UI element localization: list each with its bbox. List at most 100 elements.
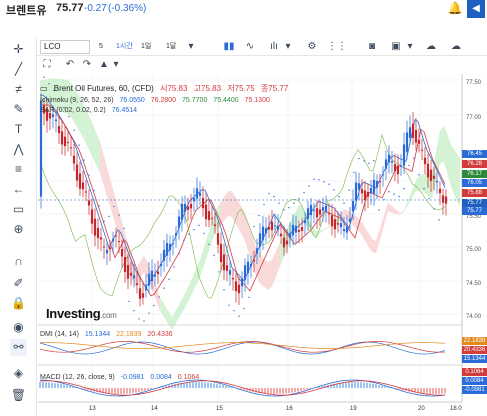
sar-dot	[388, 191, 390, 193]
dmi-legend: DMI (14, 14) 15.1344 22.1839 20.4336	[40, 330, 177, 339]
collapse-icon[interactable]: ▭	[40, 84, 48, 93]
price-chart[interactable]	[0, 0, 487, 416]
candle-body	[186, 206, 190, 210]
macd-histogram-bar	[366, 382, 368, 388]
price-axis: 77.50 77.00 75.50 75.00 74.50 74.00 76.4…	[462, 0, 487, 416]
macd-histogram-bar	[435, 388, 437, 394]
candle-body	[303, 220, 307, 224]
candle-body	[249, 264, 253, 267]
cloud-segment	[264, 258, 268, 290]
sar-dot	[273, 195, 275, 198]
candle-body	[396, 165, 400, 175]
macd-histogram-bar	[186, 382, 188, 388]
sar-dot	[263, 203, 265, 206]
candle-body	[405, 132, 409, 152]
macd-histogram-bar	[252, 388, 254, 392]
candle-body	[171, 243, 175, 245]
cloud-segment	[440, 125, 444, 164]
candle-body	[288, 233, 292, 238]
sar-dot	[193, 229, 195, 231]
sar-dot	[153, 304, 155, 307]
cloud-segment	[180, 295, 184, 317]
sar-dot	[168, 278, 170, 280]
cloud-segment	[372, 238, 376, 254]
x-axis-label: 13	[89, 406, 96, 412]
sar-dot	[128, 300, 130, 303]
sar-dot	[148, 312, 150, 314]
macd-histogram-bar	[66, 385, 68, 388]
sar-dot	[178, 252, 180, 255]
candle-body	[306, 208, 310, 220]
candle-body	[342, 229, 346, 232]
macd-histogram-bar	[279, 388, 281, 394]
sar-dot	[248, 296, 250, 299]
candle-body	[99, 237, 103, 240]
sar-dot	[233, 309, 235, 312]
cloud-segment	[204, 234, 208, 266]
cloud-segment	[260, 255, 264, 287]
sar-dot	[288, 206, 290, 209]
candle-body	[402, 144, 406, 166]
sar-dot	[378, 209, 380, 211]
cloud-segment	[376, 228, 380, 254]
cloud-segment	[184, 287, 188, 310]
candle-body	[417, 139, 421, 144]
macd-histogram-bar	[330, 384, 332, 388]
macd-histogram-bar	[45, 382, 47, 388]
sar-dot	[403, 187, 405, 190]
sar-dot	[98, 205, 100, 207]
x-axis-label: 14	[151, 406, 158, 412]
x-axis-label: 19	[350, 406, 357, 412]
candle-body	[207, 211, 211, 221]
macd-histogram-bar	[117, 388, 119, 394]
cloud-segment	[228, 191, 232, 218]
candle-body	[225, 265, 229, 271]
macd-histogram-bar	[189, 382, 191, 388]
x-axis-label: 16	[286, 406, 293, 412]
cloud-segment	[168, 310, 172, 330]
investing-logo: Investing.com	[46, 306, 117, 321]
macd-histogram-bar	[216, 383, 218, 388]
sar-dot	[418, 174, 420, 176]
macd-histogram-bar	[114, 388, 116, 394]
ohlc-close: 종75.77	[260, 84, 289, 93]
dmi-tag: 22.1839	[462, 337, 487, 345]
candle-body	[360, 189, 364, 194]
macd-value: 0.1064	[177, 374, 200, 381]
candle-body	[414, 129, 418, 143]
dmi-pane	[39, 341, 446, 355]
macd-histogram-bar	[222, 385, 224, 388]
sar-dot	[393, 193, 395, 195]
macd-histogram-bar	[381, 385, 383, 388]
candle-body	[87, 200, 91, 206]
cloud-segment	[408, 190, 412, 205]
candle-body	[141, 293, 145, 298]
macd-histogram-bar	[351, 382, 353, 388]
ichimoku-value: 75.1300	[244, 97, 270, 104]
sar-dot	[433, 208, 435, 210]
candle-body	[330, 215, 334, 227]
macd-tag: 0.0084	[462, 377, 487, 385]
sar-value: 76.4514	[111, 107, 138, 114]
sar-dot	[113, 205, 115, 208]
macd-histogram-bar	[39, 382, 41, 388]
candle-body	[267, 226, 271, 230]
sar-dot	[303, 191, 305, 194]
candle-body	[150, 270, 154, 282]
candle-body	[264, 228, 268, 234]
macd-value: 0.0084	[150, 374, 172, 381]
candle-body	[114, 235, 118, 237]
candle-body	[309, 204, 313, 216]
candle-body	[369, 188, 373, 194]
candle-body	[111, 238, 115, 242]
sar-dot	[278, 202, 280, 204]
cloud-segment	[392, 206, 396, 214]
macd-histogram-bar	[57, 383, 59, 388]
ichimoku-lines	[39, 94, 446, 299]
candle-body	[129, 272, 133, 276]
ichimoku-legend: Ichimoku (9, 26, 52, 26) 76.0550 76.2800…	[40, 96, 274, 105]
candle-body	[162, 249, 166, 261]
candle-body	[120, 248, 124, 257]
macd-tag: -0.0981	[462, 386, 487, 394]
sar-dot	[123, 227, 125, 230]
